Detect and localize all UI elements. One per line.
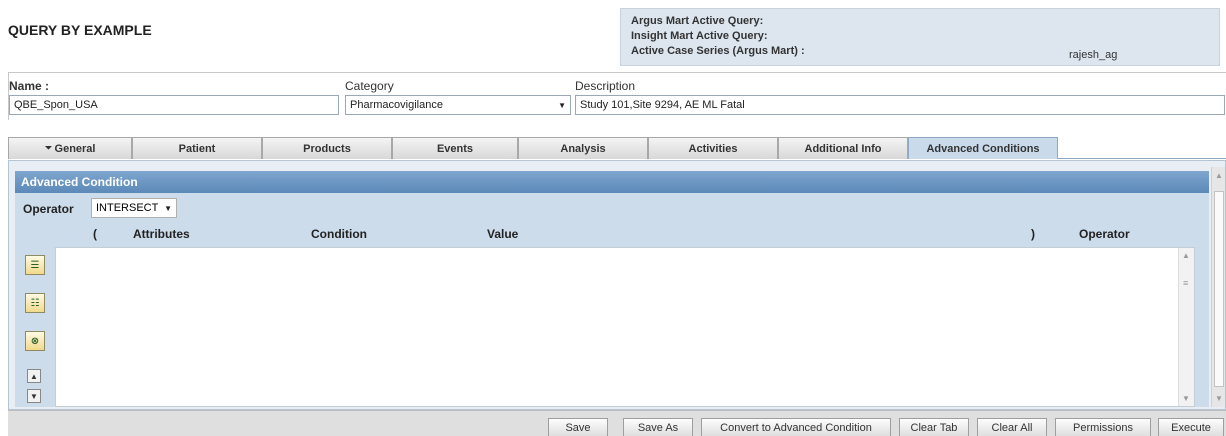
tab-products[interactable]: Products	[262, 137, 392, 159]
current-user: rajesh_ag	[1069, 49, 1118, 61]
query-header-form: Name : QBE_Spon_USA Category Pharmacovig…	[8, 72, 1226, 120]
scroll-up-icon[interactable]: ▲	[1215, 171, 1223, 180]
delete-condition-button[interactable]: ⊗	[25, 331, 45, 351]
scroll-thumb[interactable]	[1214, 191, 1224, 387]
convert-to-advanced-condition-button[interactable]: Convert to Advanced Condition	[701, 418, 891, 436]
clear-all-button[interactable]: Clear All	[977, 418, 1047, 436]
description-label: Description	[575, 79, 636, 93]
save-as-button[interactable]: Save As	[623, 418, 693, 436]
add-condition-icon: ☰	[30, 259, 40, 271]
move-up-button[interactable]: ▲	[27, 369, 41, 383]
col-header-open-paren: (	[93, 227, 97, 241]
tab-events-label: Events	[436, 142, 474, 155]
execute-button[interactable]: Execute	[1158, 418, 1224, 436]
tab-analysis-label: Analysis	[560, 142, 606, 155]
tab-additional-info-label: Additional Info	[804, 142, 882, 155]
name-input[interactable]: QBE_Spon_USA	[9, 95, 339, 115]
tab-bar: ⏷ General Patient Products Events Analys…	[8, 137, 1226, 159]
arrow-down-icon: ▼	[30, 391, 38, 401]
funnel-icon: ⏷	[44, 143, 53, 154]
move-down-button[interactable]: ▼	[27, 389, 41, 403]
edit-condition-icon: ☷	[30, 297, 40, 309]
grid-scrollbar[interactable]: ▲ ≡ ▼	[1178, 248, 1194, 406]
scroll-down-icon[interactable]: ▼	[1182, 394, 1190, 403]
tab-patient-label: Patient	[178, 142, 216, 155]
tab-general[interactable]: ⏷ General	[8, 137, 132, 159]
tab-events[interactable]: Events	[392, 137, 518, 159]
category-select[interactable]: Pharmacovigilance ▼	[345, 95, 571, 115]
outer-scrollbar[interactable]: ▲ ▼	[1211, 167, 1225, 407]
tab-advanced-conditions[interactable]: Advanced Conditions	[908, 137, 1058, 159]
advanced-condition-frame: Advanced Condition Operator INTERSECT ▼ …	[8, 160, 1226, 410]
scroll-down-icon[interactable]: ▼	[1215, 394, 1223, 403]
col-header-attributes: Attributes	[133, 227, 190, 241]
page-title: QUERY BY EXAMPLE	[8, 22, 152, 38]
category-select-value: Pharmacovigilance	[350, 99, 443, 111]
col-header-operator: Operator	[1079, 227, 1130, 241]
operator-select-value: INTERSECT	[96, 202, 159, 214]
condition-grid[interactable]: ▲ ≡ ▼	[55, 247, 1195, 407]
advanced-condition-body: Operator INTERSECT ▼ ( Attributes Condit…	[15, 193, 1209, 407]
col-header-condition: Condition	[311, 227, 367, 241]
description-input[interactable]: Study 101,Site 9294, AE ML Fatal	[575, 95, 1225, 115]
scroll-up-icon[interactable]: ▲	[1182, 251, 1190, 260]
clear-tab-button[interactable]: Clear Tab	[899, 418, 969, 436]
edit-condition-button[interactable]: ☷	[25, 293, 45, 313]
save-button[interactable]: Save	[548, 418, 608, 436]
active-query-panel: Argus Mart Active Query: Insight Mart Ac…	[620, 8, 1220, 66]
scroll-grip-icon: ≡	[1183, 278, 1189, 288]
chevron-down-icon: ▼	[164, 204, 172, 213]
delete-condition-icon: ⊗	[30, 335, 40, 347]
tab-general-label: General	[54, 142, 96, 155]
tab-additional-info[interactable]: Additional Info	[778, 137, 908, 159]
add-condition-button[interactable]: ☰	[25, 255, 45, 275]
chevron-down-icon: ▼	[558, 101, 566, 110]
tab-activities[interactable]: Activities	[648, 137, 778, 159]
active-case-series-label: Active Case Series (Argus Mart) :	[631, 45, 805, 57]
col-header-close-paren: )	[1031, 227, 1035, 241]
tab-activities-label: Activities	[688, 142, 738, 155]
name-label: Name :	[9, 79, 50, 93]
tab-products-label: Products	[303, 142, 351, 155]
permissions-button[interactable]: Permissions	[1055, 418, 1151, 436]
tab-patient[interactable]: Patient	[132, 137, 262, 159]
category-label: Category	[345, 79, 394, 93]
action-button-bar: Save Save As Convert to Advanced Conditi…	[8, 410, 1226, 436]
advanced-condition-header: Advanced Condition	[15, 171, 1209, 193]
tab-analysis[interactable]: Analysis	[518, 137, 648, 159]
tab-advanced-conditions-label: Advanced Conditions	[926, 142, 1040, 155]
operator-label: Operator	[23, 202, 74, 216]
insight-mart-active-query-label: Insight Mart Active Query:	[631, 30, 768, 42]
operator-select[interactable]: INTERSECT ▼	[91, 198, 177, 218]
col-header-value: Value	[487, 227, 519, 241]
argus-mart-active-query-label: Argus Mart Active Query:	[631, 15, 764, 27]
arrow-up-icon: ▲	[30, 371, 38, 381]
